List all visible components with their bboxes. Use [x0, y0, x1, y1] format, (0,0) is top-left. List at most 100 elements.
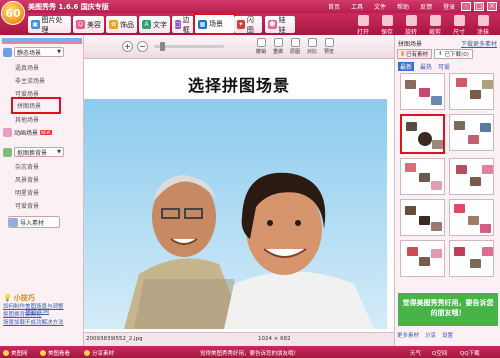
- app-logo: 60: [1, 1, 25, 25]
- scene-item-collage[interactable]: 拼图场景: [11, 97, 61, 114]
- import-icon: [9, 217, 18, 227]
- sanguo-link[interactable]: 玩转三国: [25, 306, 49, 315]
- filter-cute[interactable]: 可爱: [438, 62, 450, 71]
- menu-login[interactable]: 登录: [443, 2, 455, 11]
- footer-qq-download[interactable]: QQ下载: [460, 349, 480, 357]
- tab-downloaded[interactable]: ⬇ 已下载(0): [434, 49, 473, 59]
- bg-item-magazine[interactable]: 杂志背景: [15, 162, 39, 171]
- close-button[interactable]: ×: [487, 2, 497, 11]
- tab-doll[interactable]: ☻ 娃娃: [265, 16, 295, 34]
- footer-weather[interactable]: 天气: [410, 349, 421, 357]
- rotate-button[interactable]: 旋转: [401, 15, 421, 36]
- folder-icon: ▮: [401, 51, 405, 57]
- scene-thumbnail[interactable]: [449, 73, 494, 110]
- scene-thumbnail[interactable]: [449, 240, 494, 277]
- filter-hottest[interactable]: 最热: [420, 62, 432, 71]
- cutout-bg-header[interactable]: 抠图换背景 ▼: [3, 146, 81, 158]
- undo-icon: [256, 38, 266, 47]
- tab-frame[interactable]: □ 边框: [172, 16, 194, 34]
- tab-image-processing[interactable]: ▣ 图片处理: [28, 16, 71, 34]
- meitu-icon: [3, 350, 9, 356]
- scene-thumbnail[interactable]: [400, 73, 445, 110]
- menu-file[interactable]: 文件: [374, 2, 386, 11]
- promo-banner[interactable]: 觉得美图秀秀好用，要告诉您的朋友哦！: [398, 293, 498, 326]
- cutout-bg-dropdown[interactable]: 抠图换背景 ▼: [14, 147, 64, 157]
- import-material-button[interactable]: 导入素材: [8, 216, 60, 228]
- tab-text[interactable]: A 文字: [139, 16, 170, 33]
- zoom-out-icon[interactable]: −: [137, 41, 148, 52]
- tab-scene[interactable]: ▦ 场景: [193, 13, 236, 35]
- scene-thumbnail-selected[interactable]: [400, 114, 445, 154]
- scene-thumbnail[interactable]: [400, 240, 445, 277]
- download-more-link[interactable]: 下载更多素材: [461, 39, 497, 48]
- folder-icon: [357, 15, 369, 26]
- scene-item-other[interactable]: 其他场景: [15, 115, 39, 124]
- tab-flash[interactable]: ✦ 闪图: [234, 16, 262, 34]
- right-panel-bottom-links: 更多素材 分享 设置: [397, 331, 453, 339]
- bg-item-star[interactable]: 明星背景: [15, 188, 39, 197]
- resize-button[interactable]: 尺寸: [449, 15, 469, 36]
- scene-thumbnail[interactable]: [449, 158, 494, 195]
- scene-thumbnail[interactable]: [449, 114, 494, 151]
- photo-couple: [84, 99, 387, 329]
- filter-newest[interactable]: 最新: [398, 62, 415, 71]
- crop-button[interactable]: 裁剪: [425, 15, 445, 36]
- footer-share-material[interactable]: 分享素材: [84, 349, 114, 357]
- panel-strip-pink: [2, 41, 82, 44]
- doll-icon: ☻: [268, 20, 277, 29]
- tab-accessories[interactable]: ✿ 饰品: [106, 16, 137, 33]
- footer-meitu-viewer[interactable]: 美图看看: [40, 349, 70, 357]
- material-category-header: 拼图场景: [398, 41, 423, 48]
- image-icon: ▣: [31, 20, 40, 29]
- status-bar: 20093839l552_2.jpg 1024 × 682: [84, 332, 394, 346]
- tab-beauty[interactable]: ☺ 美容: [73, 16, 104, 33]
- zoom-in-icon[interactable]: +: [122, 41, 133, 52]
- scene-item-nonmainstream[interactable]: 非主流场景: [15, 76, 45, 85]
- scene-thumbnail[interactable]: [449, 199, 494, 236]
- scene-thumbnail[interactable]: [400, 158, 445, 195]
- canvas-panel: + − 撤销 重做 原图 对比 预览 选择拼图场景 20093839l552_2…: [84, 35, 394, 346]
- animation-icon: [3, 127, 12, 137]
- canvas-heading: 选择拼图场景: [187, 76, 290, 95]
- bg-item-cute[interactable]: 可爱背景: [15, 201, 39, 210]
- settings-link[interactable]: 设置: [442, 331, 453, 339]
- footer-qzone[interactable]: Q空间: [432, 349, 447, 357]
- smudge-button[interactable]: 涂抹: [473, 15, 493, 36]
- menu-home[interactable]: 首页: [328, 2, 340, 11]
- undo-button[interactable]: 撤销: [254, 38, 268, 55]
- zoom-slider[interactable]: [154, 42, 224, 51]
- compare-button[interactable]: 对比: [305, 38, 319, 55]
- zoom-slider-thumb[interactable]: [160, 42, 165, 51]
- scene-icon: [3, 47, 12, 57]
- menu-help[interactable]: 帮助: [397, 2, 409, 11]
- menu-feedback[interactable]: 反馈: [420, 2, 432, 11]
- scene-thumbnail[interactable]: [400, 199, 445, 236]
- share-link[interactable]: 分享: [425, 331, 436, 339]
- face-icon: ☺: [76, 20, 85, 29]
- footer-message: 觉得美图秀秀好用，要告诉您的朋友哦！: [200, 351, 300, 357]
- static-scene-dropdown[interactable]: 静态场景 ▼: [14, 47, 64, 57]
- save-button[interactable]: 保存: [377, 15, 397, 36]
- static-scene-header[interactable]: 静态场景 ▼: [3, 46, 81, 58]
- app-title: 美图秀秀 1.6.6 国庆专版: [28, 3, 109, 11]
- right-panel: 拼图场景 下载更多素材 ▮ 已有素材 ⬇ 已下载(0) 最新 最热 可爱 觉得美…: [394, 35, 500, 346]
- open-button[interactable]: 打开: [353, 15, 373, 36]
- animated-scene-header[interactable]: 动画场景 NEW: [3, 126, 81, 138]
- cutout-icon: [3, 147, 12, 157]
- redo-button[interactable]: 重做: [271, 38, 285, 55]
- rotate-icon: [405, 15, 417, 26]
- bg-item-landscape[interactable]: 风景背景: [15, 175, 39, 184]
- preview-button[interactable]: 预览: [322, 38, 336, 55]
- footer-meitu-site[interactable]: 美图网: [3, 349, 28, 357]
- more-material-link[interactable]: 更多素材: [397, 331, 419, 339]
- tip-link-3[interactable]: 场景加载不成功解决方法: [3, 319, 81, 327]
- footer-bar: 美图网 美图看看 分享素材 觉得美图秀秀好用，要告诉您的朋友哦！ 天气 Q空间 …: [0, 346, 500, 358]
- bow-icon: ✿: [109, 20, 118, 29]
- original-button[interactable]: 原图: [288, 38, 302, 55]
- maximize-button[interactable]: □: [474, 2, 484, 11]
- menu-tools[interactable]: 工具: [351, 2, 363, 11]
- minimize-button[interactable]: -: [461, 2, 471, 11]
- scene-item-realistic[interactable]: 逼真场景: [15, 63, 39, 72]
- new-badge: NEW: [40, 129, 52, 135]
- tab-existing-material[interactable]: ▮ 已有素材: [397, 49, 433, 59]
